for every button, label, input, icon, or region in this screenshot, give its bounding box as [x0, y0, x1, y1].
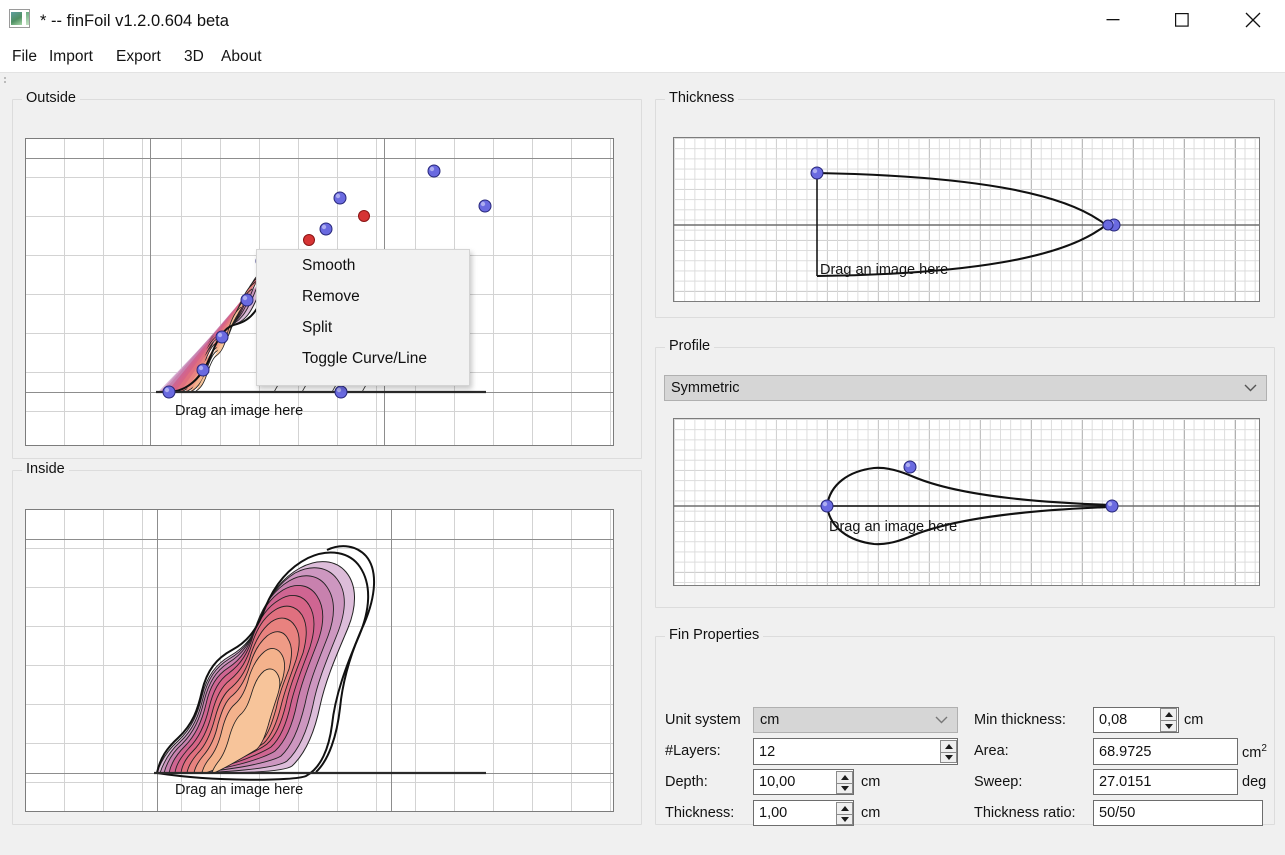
profile-control-points[interactable] — [674, 419, 1260, 586]
minimize-icon[interactable] — [1090, 0, 1135, 40]
fin-properties-group: Fin Properties Unit system cm Min thickn… — [655, 627, 1275, 826]
sweep-input[interactable] — [1093, 769, 1238, 795]
maximize-icon[interactable] — [1159, 0, 1204, 40]
chevron-down-icon — [1244, 376, 1257, 400]
thickness-plot-canvas[interactable]: Drag an image here — [673, 137, 1260, 302]
toolbar-grip-handle[interactable] — [4, 77, 7, 85]
context-menu-item-toggle-curve-line[interactable]: Toggle Curve/Line — [257, 343, 469, 374]
menu-item-export[interactable]: Export — [111, 42, 166, 72]
stepper-up-icon[interactable] — [940, 740, 957, 752]
unit-system-select[interactable]: cm — [753, 707, 958, 733]
stepper-down-icon[interactable] — [1160, 720, 1177, 732]
point-context-menu[interactable]: Smooth Remove Split Toggle Curve/Line — [256, 249, 470, 386]
depth-label: Depth: — [665, 774, 708, 790]
min-thickness-stepper[interactable] — [1160, 708, 1177, 732]
thickness-label: Thickness: — [665, 805, 735, 821]
profile-type-value: Symmetric — [671, 380, 740, 396]
area-label: Area: — [974, 743, 1009, 759]
min-thickness-unit: cm — [1184, 712, 1204, 728]
sweep-label: Sweep: — [974, 774, 1023, 790]
thickness-stepper[interactable] — [836, 802, 853, 825]
menu-item-about[interactable]: About — [216, 42, 267, 72]
thickness-unit: cm — [861, 805, 881, 821]
menu-item-3d[interactable]: 3D — [179, 42, 209, 72]
image-picture-icon — [9, 9, 30, 28]
unit-system-value: cm — [760, 712, 780, 728]
stepper-up-icon[interactable] — [836, 771, 853, 783]
context-menu-item-remove[interactable]: Remove — [257, 281, 469, 312]
inside-fin-drawing — [154, 545, 486, 781]
window-title: * -- finFoil v1.2.0.604 beta — [40, 12, 229, 30]
min-thickness-label: Min thickness: — [974, 712, 1066, 728]
profile-plot-canvas[interactable]: Drag an image here — [673, 418, 1260, 586]
menu-item-import[interactable]: Import — [44, 42, 98, 72]
area-unit-text: cm — [1242, 744, 1262, 761]
context-menu-item-split[interactable]: Split — [257, 312, 469, 343]
menu-bar: File Import Export 3D About — [0, 42, 1285, 72]
stepper-down-icon[interactable] — [836, 782, 853, 794]
thickness-group: Thickness Drag an image here — [655, 90, 1275, 318]
toolbar — [0, 72, 1285, 89]
thickness-ratio-input[interactable] — [1093, 800, 1263, 826]
context-menu-item-smooth[interactable]: Smooth — [257, 250, 469, 281]
area-input[interactable] — [1093, 738, 1238, 765]
stepper-up-icon[interactable] — [1160, 708, 1177, 720]
outside-group-label: Outside — [22, 90, 80, 106]
fin-properties-group-label: Fin Properties — [665, 627, 764, 643]
chevron-down-icon — [935, 708, 948, 732]
sweep-unit: deg — [1242, 774, 1267, 790]
layers-input[interactable] — [753, 738, 958, 765]
stepper-up-icon[interactable] — [836, 802, 853, 814]
thickness-control-points[interactable] — [674, 138, 1260, 302]
inside-group-label: Inside — [22, 461, 69, 477]
depth-unit: cm — [861, 774, 881, 790]
unit-system-label: Unit system — [665, 712, 741, 728]
thickness-group-label: Thickness — [665, 90, 739, 106]
inside-plot-canvas[interactable]: Drag an image here — [25, 509, 614, 812]
area-unit: cm2 — [1242, 743, 1267, 761]
window-title-bar: * -- finFoil v1.2.0.604 beta — [0, 0, 1285, 43]
inside-group: Inside Drag an image here — [12, 461, 642, 825]
layers-label: #Layers: — [665, 743, 721, 759]
close-icon[interactable] — [1230, 0, 1275, 40]
layers-stepper[interactable] — [940, 740, 957, 763]
stepper-down-icon[interactable] — [940, 751, 957, 763]
thickness-ratio-label: Thickness ratio: — [974, 805, 1076, 821]
profile-group-label: Profile — [665, 338, 715, 354]
profile-type-select[interactable]: Symmetric — [664, 375, 1267, 401]
profile-group: Profile Symmetric Drag an image here — [655, 338, 1275, 608]
stepper-down-icon[interactable] — [836, 813, 853, 825]
menu-item-file[interactable]: File — [7, 42, 42, 72]
depth-stepper[interactable] — [836, 771, 853, 794]
area-unit-exponent: 2 — [1261, 743, 1267, 754]
